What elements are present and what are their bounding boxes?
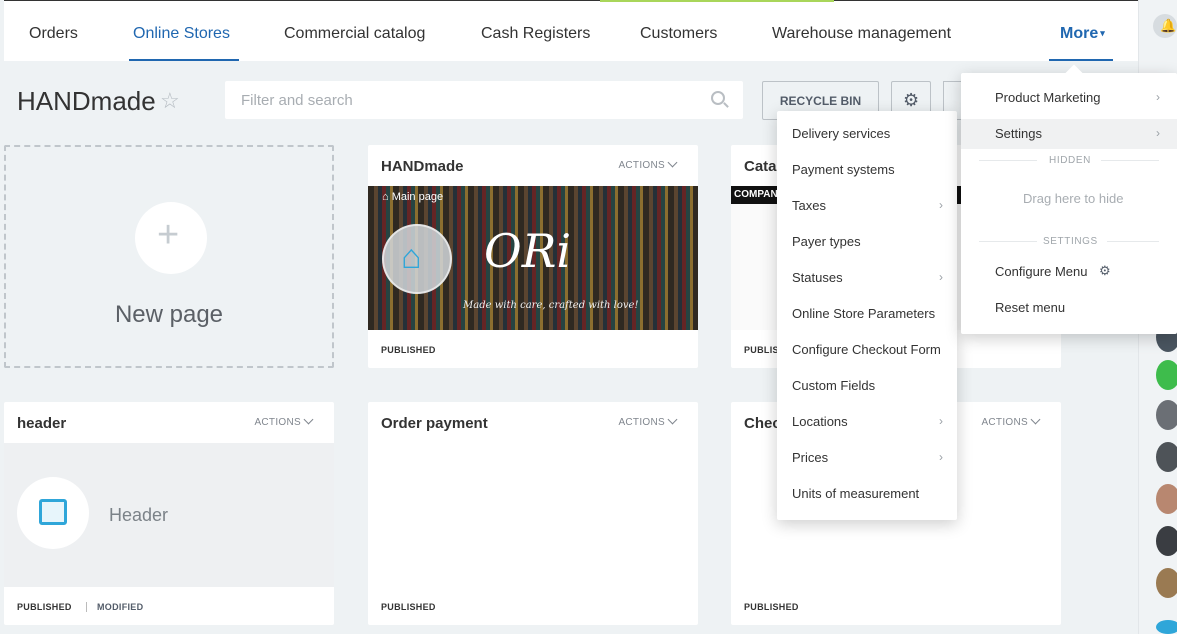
avatar[interactable] [1156, 484, 1177, 514]
menu-item-product-marketing[interactable]: Product Marketing [995, 90, 1101, 105]
card-preview[interactable]: ⌂ Main page ⌂ ORi Made with care, crafte… [368, 186, 698, 330]
card-preview[interactable]: Header [4, 443, 334, 587]
menu-item-units-of-measurement[interactable]: Units of measurement [792, 486, 919, 501]
main-page-label: ⌂ Main page [382, 191, 443, 203]
card-preview[interactable] [368, 443, 698, 587]
preview-logo: ORi [484, 224, 572, 278]
menu-item-configure-checkout-form[interactable]: Configure Checkout Form [792, 342, 941, 357]
menu-item-payment-systems[interactable]: Payment systems [792, 162, 895, 177]
nav-item-orders[interactable]: Orders [29, 25, 78, 43]
menu-item-payer-types[interactable]: Payer types [792, 234, 861, 249]
divider [979, 241, 1037, 242]
drag-hint: Drag here to hide [1023, 191, 1124, 206]
gear-icon: ⚙ [903, 90, 920, 110]
divider [1101, 160, 1159, 161]
preview-label: Header [109, 505, 169, 525]
nav-item-online-stores[interactable]: Online Stores [133, 25, 230, 43]
page-card[interactable]: Order payment ACTIONS PUBLISHED [368, 402, 698, 625]
nav-more-button[interactable]: More ▾ [1060, 25, 1105, 43]
nav-more-underline [1049, 59, 1113, 61]
divider [1107, 241, 1159, 242]
new-page-card[interactable]: + New page [4, 145, 334, 368]
nav-item-warehouse-management[interactable]: Warehouse management [772, 25, 951, 43]
status-badge: PUBLISHED [381, 602, 436, 612]
chevron-right-icon: › [939, 198, 943, 212]
menu-item-configure-menu[interactable]: Configure Menu [995, 264, 1088, 279]
page-card[interactable]: HANDmade ACTIONS ⌂ Main page ⌂ ORi Made … [368, 145, 698, 368]
section-settings: SETTINGS [1043, 236, 1098, 247]
avatar[interactable] [1156, 442, 1177, 472]
menu-item-delivery-services[interactable]: Delivery services [792, 126, 890, 141]
chevron-right-icon: › [939, 270, 943, 284]
card-title: Order payment [381, 415, 488, 432]
chevron-right-icon: › [1156, 126, 1160, 140]
page-title: HANDmade [17, 86, 156, 116]
status-badge: PUBLISHED [17, 602, 72, 612]
page-card[interactable]: header ACTIONS Header PUBLISHED MODIFIED [4, 402, 334, 625]
menu-item-settings[interactable]: Settings [995, 126, 1042, 141]
avatar[interactable] [1156, 568, 1177, 598]
chevron-right-icon: › [1156, 90, 1160, 104]
menu-pointer [1065, 64, 1083, 82]
nav-more-label: More [1060, 25, 1099, 42]
card-actions-menu[interactable]: ACTIONS [254, 417, 312, 428]
home-small-icon: ⌂ [382, 191, 392, 203]
nav-active-underline [129, 59, 239, 61]
nav-item-customers[interactable]: Customers [640, 25, 717, 43]
chevron-down-icon: ▾ [1100, 28, 1105, 39]
section-hidden: HIDDEN [1049, 155, 1091, 166]
card-actions-menu[interactable]: ACTIONS [618, 160, 676, 171]
settings-submenu: Delivery services Payment systems Taxes … [777, 111, 957, 520]
avatar[interactable] [1156, 620, 1177, 634]
chevron-right-icon: › [939, 450, 943, 464]
menu-item-reset-menu[interactable]: Reset menu [995, 300, 1065, 315]
menu-item-taxes[interactable]: Taxes [792, 198, 826, 213]
card-title: Chec [744, 415, 781, 432]
status-badge: PUBLISHED [381, 345, 436, 355]
card-actions-menu[interactable]: ACTIONS [618, 417, 676, 428]
nav-item-cash-registers[interactable]: Cash Registers [481, 25, 590, 43]
menu-item-prices[interactable]: Prices [792, 450, 828, 465]
menu-highlight [961, 119, 1177, 149]
avatar[interactable] [1156, 526, 1177, 556]
status-badge: PUBLISHED [744, 602, 799, 612]
gear-icon: ⚙ [1099, 263, 1111, 278]
nav-accent-bar [600, 0, 834, 2]
card-title: Catal [744, 158, 781, 175]
home-icon: ⌂ [382, 224, 452, 294]
divider [979, 160, 1037, 161]
card-title: HANDmade [381, 158, 464, 175]
card-actions-menu[interactable]: ACTIONS [981, 417, 1039, 428]
plus-icon: + [135, 202, 207, 274]
menu-item-locations[interactable]: Locations [792, 414, 848, 429]
chevron-right-icon: › [939, 414, 943, 428]
avatar[interactable] [1156, 400, 1177, 430]
new-page-label: New page [114, 301, 224, 328]
card-title: header [17, 415, 67, 432]
search-box [225, 81, 743, 119]
modified-badge: MODIFIED [86, 602, 143, 612]
main-page-label-text: Main page [391, 191, 444, 203]
menu-item-custom-fields[interactable]: Custom Fields [792, 378, 875, 393]
preview-tagline: Made with care, crafted with love! [463, 300, 639, 311]
star-icon[interactable]: ☆ [160, 88, 180, 114]
avatar[interactable] [1156, 360, 1177, 390]
bell-icon[interactable]: 🔔 [1153, 14, 1177, 38]
search-icon[interactable] [711, 91, 725, 105]
menu-item-online-store-parameters[interactable]: Online Store Parameters [792, 306, 935, 321]
header-block-icon [17, 477, 89, 549]
more-menu: Product Marketing › Settings › HIDDEN Dr… [961, 64, 1177, 334]
top-nav: Orders Online Stores Commercial catalog … [4, 0, 1138, 61]
search-input[interactable] [225, 81, 685, 119]
nav-item-commercial-catalog[interactable]: Commercial catalog [284, 25, 425, 43]
menu-item-statuses[interactable]: Statuses [792, 270, 843, 285]
